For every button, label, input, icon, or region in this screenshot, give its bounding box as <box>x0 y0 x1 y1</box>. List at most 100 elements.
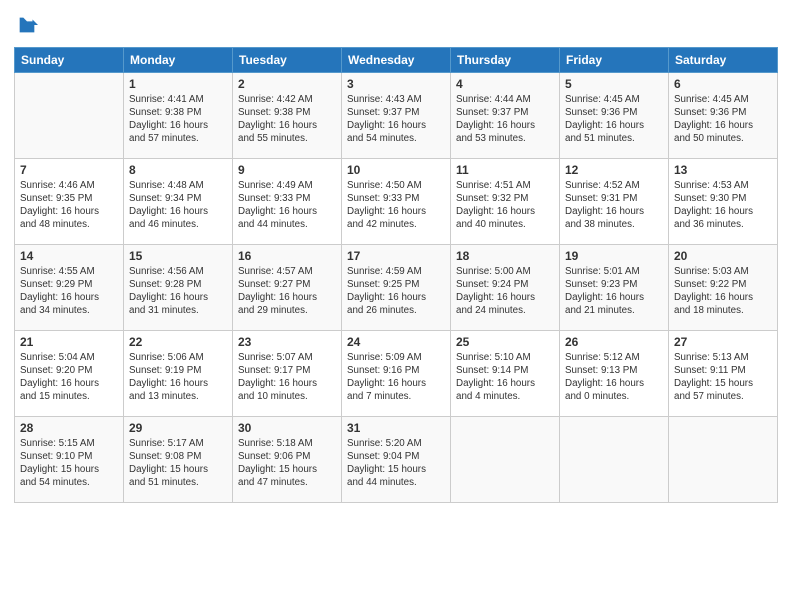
weekday-header-wednesday: Wednesday <box>342 47 451 72</box>
day-number: 9 <box>238 163 336 177</box>
day-number: 8 <box>129 163 227 177</box>
calendar-week-row: 7Sunrise: 4:46 AM Sunset: 9:35 PM Daylig… <box>15 158 778 244</box>
weekday-header-sunday: Sunday <box>15 47 124 72</box>
calendar-cell: 16Sunrise: 4:57 AM Sunset: 9:27 PM Dayli… <box>233 244 342 330</box>
day-number: 30 <box>238 421 336 435</box>
weekday-header-saturday: Saturday <box>669 47 778 72</box>
day-number: 23 <box>238 335 336 349</box>
day-info: Sunrise: 4:44 AM Sunset: 9:37 PM Dayligh… <box>456 93 554 146</box>
calendar-cell: 7Sunrise: 4:46 AM Sunset: 9:35 PM Daylig… <box>15 158 124 244</box>
weekday-header-friday: Friday <box>560 47 669 72</box>
day-info: Sunrise: 4:59 AM Sunset: 9:25 PM Dayligh… <box>347 265 445 318</box>
day-number: 27 <box>674 335 772 349</box>
day-number: 26 <box>565 335 663 349</box>
calendar-week-row: 21 Sunrise: 5:04 AM Sunset: 9:20 PM Dayli… <box>15 330 778 416</box>
day-info: Sunrise: 5:17 AM Sunset: 9:08 PM Dayligh… <box>129 437 227 490</box>
day-number: 20 <box>674 249 772 263</box>
day-info: Sunrise: 5:04 AM Sunset: 9:20 PM Dayligh… <box>20 351 118 404</box>
calendar-cell <box>15 72 124 158</box>
day-info: Sunrise: 4:50 AM Sunset: 9:33 PM Dayligh… <box>347 179 445 232</box>
calendar-cell: 21 Sunrise: 5:04 AM Sunset: 9:20 PM Dayli… <box>15 330 124 416</box>
day-number: 2 <box>238 77 336 91</box>
day-number: 19 <box>565 249 663 263</box>
day-number: 13 <box>674 163 772 177</box>
calendar-week-row: 28 Sunrise: 5:15 AM Sunset: 9:10 PM Dayli… <box>15 416 778 502</box>
calendar-cell: 8 Sunrise: 4:48 AM Sunset: 9:34 PM Daylig… <box>124 158 233 244</box>
calendar-cell: 28 Sunrise: 5:15 AM Sunset: 9:10 PM Dayli… <box>15 416 124 502</box>
calendar-cell: 10 Sunrise: 4:50 AM Sunset: 9:33 PM Dayli… <box>342 158 451 244</box>
calendar-cell: 17 Sunrise: 4:59 AM Sunset: 9:25 PM Dayli… <box>342 244 451 330</box>
calendar-cell: 19Sunrise: 5:01 AM Sunset: 9:23 PM Dayli… <box>560 244 669 330</box>
day-number: 21 <box>20 335 118 349</box>
day-number: 1 <box>129 77 227 91</box>
calendar-cell: 4 Sunrise: 4:44 AM Sunset: 9:37 PM Daylig… <box>451 72 560 158</box>
day-number: 28 <box>20 421 118 435</box>
day-number: 15 <box>129 249 227 263</box>
calendar-cell: 11 Sunrise: 4:51 AM Sunset: 9:32 PM Dayli… <box>451 158 560 244</box>
day-number: 31 <box>347 421 445 435</box>
day-info: Sunrise: 4:57 AM Sunset: 9:27 PM Dayligh… <box>238 265 336 318</box>
calendar-cell: 20Sunrise: 5:03 AM Sunset: 9:22 PM Dayli… <box>669 244 778 330</box>
day-info: Sunrise: 5:07 AM Sunset: 9:17 PM Dayligh… <box>238 351 336 404</box>
day-info: Sunrise: 5:13 AM Sunset: 9:11 PM Dayligh… <box>674 351 772 404</box>
day-number: 14 <box>20 249 118 263</box>
day-info: Sunrise: 4:41 AM Sunset: 9:38 PM Dayligh… <box>129 93 227 146</box>
calendar-cell: 3Sunrise: 4:43 AM Sunset: 9:37 PM Daylig… <box>342 72 451 158</box>
day-number: 18 <box>456 249 554 263</box>
logo <box>14 14 38 41</box>
calendar-cell <box>451 416 560 502</box>
day-info: Sunrise: 4:43 AM Sunset: 9:37 PM Dayligh… <box>347 93 445 146</box>
calendar-cell: 1 Sunrise: 4:41 AM Sunset: 9:38 PM Daylig… <box>124 72 233 158</box>
calendar-cell: 2 Sunrise: 4:42 AM Sunset: 9:38 PM Daylig… <box>233 72 342 158</box>
calendar-cell: 6 Sunrise: 4:45 AM Sunset: 9:36 PM Daylig… <box>669 72 778 158</box>
calendar-cell: 27 Sunrise: 5:13 AM Sunset: 9:11 PM Dayli… <box>669 330 778 416</box>
day-number: 25 <box>456 335 554 349</box>
day-info: Sunrise: 4:49 AM Sunset: 9:33 PM Dayligh… <box>238 179 336 232</box>
calendar-cell: 30 Sunrise: 5:18 AM Sunset: 9:06 PM Dayli… <box>233 416 342 502</box>
day-info: Sunrise: 4:45 AM Sunset: 9:36 PM Dayligh… <box>674 93 772 146</box>
day-number: 6 <box>674 77 772 91</box>
calendar-cell: 18 Sunrise: 5:00 AM Sunset: 9:24 PM Dayli… <box>451 244 560 330</box>
day-info: Sunrise: 4:42 AM Sunset: 9:38 PM Dayligh… <box>238 93 336 146</box>
calendar-cell: 14 Sunrise: 4:55 AM Sunset: 9:29 PM Dayli… <box>15 244 124 330</box>
calendar-cell: 23 Sunrise: 5:07 AM Sunset: 9:17 PM Dayli… <box>233 330 342 416</box>
calendar-week-row: 14 Sunrise: 4:55 AM Sunset: 9:29 PM Dayli… <box>15 244 778 330</box>
weekday-header-thursday: Thursday <box>451 47 560 72</box>
day-number: 17 <box>347 249 445 263</box>
calendar-cell: 29Sunrise: 5:17 AM Sunset: 9:08 PM Dayli… <box>124 416 233 502</box>
calendar-cell: 25 Sunrise: 5:10 AM Sunset: 9:14 PM Dayli… <box>451 330 560 416</box>
calendar-week-row: 1 Sunrise: 4:41 AM Sunset: 9:38 PM Daylig… <box>15 72 778 158</box>
calendar-cell: 5Sunrise: 4:45 AM Sunset: 9:36 PM Daylig… <box>560 72 669 158</box>
day-number: 22 <box>129 335 227 349</box>
day-number: 5 <box>565 77 663 91</box>
day-info: Sunrise: 5:20 AM Sunset: 9:04 PM Dayligh… <box>347 437 445 490</box>
day-info: Sunrise: 4:51 AM Sunset: 9:32 PM Dayligh… <box>456 179 554 232</box>
day-info: Sunrise: 5:09 AM Sunset: 9:16 PM Dayligh… <box>347 351 445 404</box>
calendar-cell: 12Sunrise: 4:52 AM Sunset: 9:31 PM Dayli… <box>560 158 669 244</box>
day-number: 10 <box>347 163 445 177</box>
logo-text-block <box>14 14 38 41</box>
day-info: Sunrise: 5:15 AM Sunset: 9:10 PM Dayligh… <box>20 437 118 490</box>
day-info: Sunrise: 4:48 AM Sunset: 9:34 PM Dayligh… <box>129 179 227 232</box>
day-number: 11 <box>456 163 554 177</box>
calendar-cell: 13 Sunrise: 4:53 AM Sunset: 9:30 PM Dayli… <box>669 158 778 244</box>
day-number: 4 <box>456 77 554 91</box>
day-info: Sunrise: 4:56 AM Sunset: 9:28 PM Dayligh… <box>129 265 227 318</box>
calendar-cell <box>560 416 669 502</box>
calendar-cell: 26 Sunrise: 5:12 AM Sunset: 9:13 PM Dayli… <box>560 330 669 416</box>
day-info: Sunrise: 5:18 AM Sunset: 9:06 PM Dayligh… <box>238 437 336 490</box>
day-number: 12 <box>565 163 663 177</box>
day-info: Sunrise: 4:55 AM Sunset: 9:29 PM Dayligh… <box>20 265 118 318</box>
weekday-header-row: SundayMondayTuesdayWednesdayThursdayFrid… <box>15 47 778 72</box>
calendar-cell <box>669 416 778 502</box>
day-info: Sunrise: 5:10 AM Sunset: 9:14 PM Dayligh… <box>456 351 554 404</box>
calendar-cell: 24Sunrise: 5:09 AM Sunset: 9:16 PM Dayli… <box>342 330 451 416</box>
day-info: Sunrise: 5:12 AM Sunset: 9:13 PM Dayligh… <box>565 351 663 404</box>
weekday-header-monday: Monday <box>124 47 233 72</box>
day-info: Sunrise: 5:00 AM Sunset: 9:24 PM Dayligh… <box>456 265 554 318</box>
calendar-cell: 9 Sunrise: 4:49 AM Sunset: 9:33 PM Daylig… <box>233 158 342 244</box>
day-info: Sunrise: 5:06 AM Sunset: 9:19 PM Dayligh… <box>129 351 227 404</box>
calendar-cell: 31 Sunrise: 5:20 AM Sunset: 9:04 PM Dayli… <box>342 416 451 502</box>
calendar-page: SundayMondayTuesdayWednesdayThursdayFrid… <box>0 0 792 612</box>
day-info: Sunrise: 4:53 AM Sunset: 9:30 PM Dayligh… <box>674 179 772 232</box>
